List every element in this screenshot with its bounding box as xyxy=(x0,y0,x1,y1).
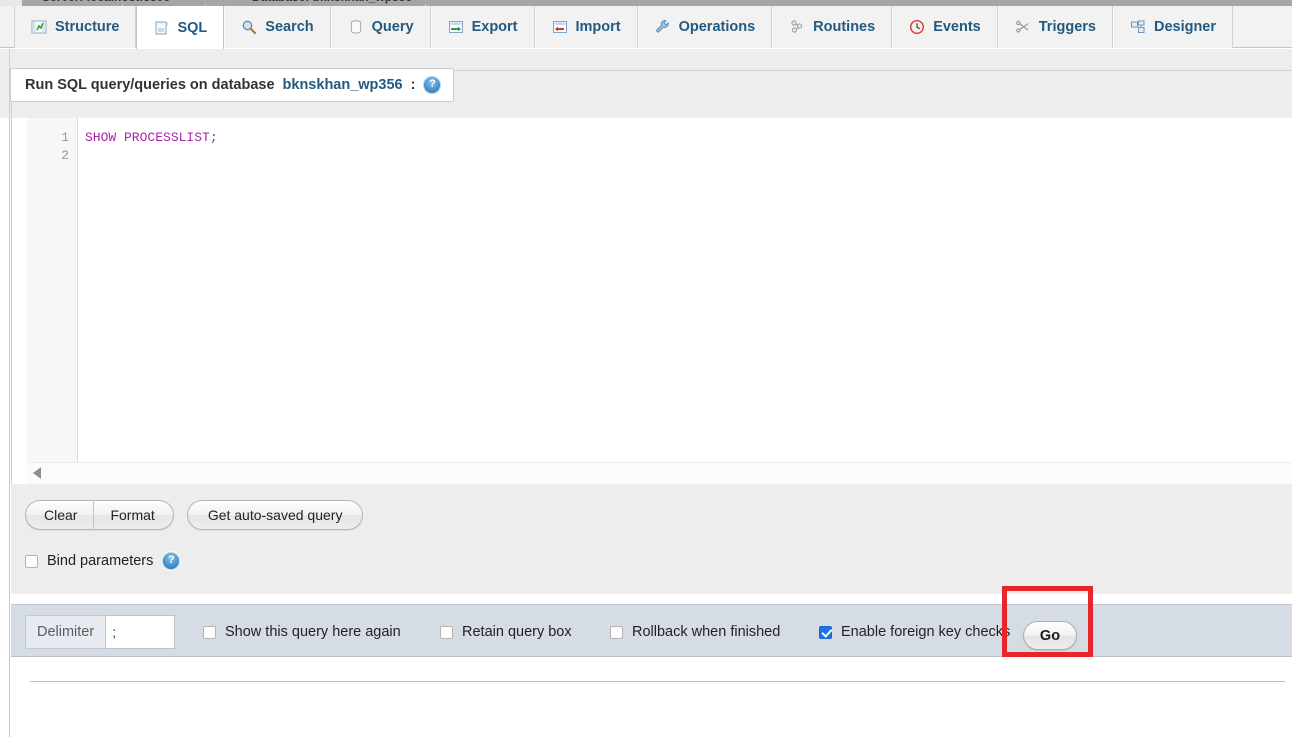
tab-label: Export xyxy=(471,19,518,35)
clear-format-button-group: Clear Format xyxy=(25,500,174,530)
help-icon[interactable]: ? xyxy=(162,552,181,570)
left-rail-lower xyxy=(0,118,10,737)
option-show-this-query-here-again: Show this query here again xyxy=(203,624,401,640)
tab-designer[interactable]: Designer xyxy=(1112,6,1234,48)
tab-query[interactable]: Query xyxy=(330,6,431,48)
retain-query-box-checkbox[interactable] xyxy=(440,625,453,639)
tab-label: Structure xyxy=(55,19,120,35)
tab-label: Operations xyxy=(678,19,756,35)
tab-label: Import xyxy=(575,19,621,35)
retain-query-box-label[interactable]: Retain query box xyxy=(462,624,572,640)
tab-label: Events xyxy=(933,19,981,35)
bind-parameters-checkbox[interactable] xyxy=(25,554,38,568)
tab-label: Search xyxy=(265,19,314,35)
phpmyadmin-sql-page: Server: localhost:3306 Database: bknskha… xyxy=(0,0,1292,737)
bind-parameters-label[interactable]: Bind parameters xyxy=(47,553,153,569)
sql-icon xyxy=(153,20,169,36)
tab-events[interactable]: Events xyxy=(892,6,998,48)
editor-button-row: Clear Format Get auto-saved query xyxy=(25,500,364,530)
editor-line-number-gutter: 1 2 xyxy=(27,118,78,466)
structure-icon xyxy=(31,19,47,35)
code-line: SHOW PROCESSLIST; xyxy=(85,129,1292,147)
sql-editor[interactable]: 1 2 SHOW PROCESSLIST; xyxy=(27,118,1292,466)
main-tab-bar: Structure SQL Search Query Export Import Opera… xyxy=(0,6,1292,49)
wrench-icon xyxy=(655,19,671,35)
tab-search[interactable]: Search xyxy=(224,6,331,48)
legend-database-name: bknskhan_wp356 xyxy=(282,77,403,93)
sql-keyword: SHOW PROCESSLIST xyxy=(85,130,210,145)
editor-horizontal-scrollbar[interactable] xyxy=(27,462,1292,484)
delimiter-input[interactable] xyxy=(105,615,176,649)
tab-label: Query xyxy=(371,19,414,35)
help-icon[interactable]: ? xyxy=(423,76,442,94)
sql-query-legend: Run SQL query/queries on database bknskh… xyxy=(10,68,455,102)
line-number: 2 xyxy=(61,148,69,163)
bind-parameters-row: Bind parameters ? xyxy=(25,552,181,570)
clock-icon xyxy=(909,19,925,35)
tab-label: Routines xyxy=(813,19,876,35)
tab-sql[interactable]: SQL xyxy=(136,6,225,49)
legend-text: Run SQL query/queries on database xyxy=(25,77,275,93)
scroll-left-arrow-icon[interactable] xyxy=(33,467,41,479)
show-this-query-here-again-label[interactable]: Show this query here again xyxy=(225,624,401,640)
enable-foreign-key-checks-label[interactable]: Enable foreign key checks xyxy=(841,624,1010,640)
clear-button[interactable]: Clear xyxy=(25,500,94,530)
get-auto-saved-query-button[interactable]: Get auto-saved query xyxy=(186,500,364,530)
breadcrumb-server-label[interactable]: Server: localhost:3306 xyxy=(42,0,170,4)
search-icon xyxy=(241,19,257,35)
option-enable-foreign-key-checks: Enable foreign key checks xyxy=(819,624,1010,640)
tab-routines[interactable]: Routines xyxy=(772,6,893,48)
import-icon xyxy=(552,19,568,35)
tab-export[interactable]: Export xyxy=(430,6,535,48)
tab-label: Designer xyxy=(1153,19,1217,35)
sql-punctuation: ; xyxy=(209,130,218,145)
show-this-query-here-again-checkbox[interactable] xyxy=(203,625,216,639)
tab-label: SQL xyxy=(177,19,208,36)
results-area xyxy=(11,657,1292,737)
option-rollback-when-finished: Rollback when finished xyxy=(610,624,780,640)
designer-icon xyxy=(1130,19,1146,35)
horizontal-divider xyxy=(30,681,1285,682)
tab-import[interactable]: Import xyxy=(534,6,638,48)
format-button[interactable]: Format xyxy=(93,500,174,530)
enable-foreign-key-checks-checkbox[interactable] xyxy=(819,625,832,639)
query-icon xyxy=(348,19,364,35)
rollback-when-finished-label[interactable]: Rollback when finished xyxy=(632,624,780,640)
tab-structure[interactable]: Structure xyxy=(14,6,137,48)
delimiter-label: Delimiter xyxy=(37,624,95,640)
triggers-icon xyxy=(1015,19,1031,35)
tab-operations[interactable]: Operations xyxy=(637,6,773,48)
rollback-when-finished-checkbox[interactable] xyxy=(610,625,623,639)
editor-code-area[interactable]: SHOW PROCESSLIST; xyxy=(78,118,1292,466)
export-icon xyxy=(448,19,464,35)
tab-triggers[interactable]: Triggers xyxy=(997,6,1113,48)
legend-colon: : xyxy=(410,77,416,93)
tab-label: Triggers xyxy=(1038,19,1096,35)
option-retain-query-box: Retain query box xyxy=(440,624,572,640)
submit-options-bar: Delimiter Show this query here again Reta… xyxy=(11,604,1292,657)
delimiter-group: Delimiter xyxy=(25,615,176,649)
line-number: 1 xyxy=(61,130,69,145)
breadcrumb-database-label[interactable]: Database: bknskhan_wp356 xyxy=(252,0,412,4)
go-button[interactable]: Go xyxy=(1023,621,1077,650)
routines-icon xyxy=(789,19,805,35)
